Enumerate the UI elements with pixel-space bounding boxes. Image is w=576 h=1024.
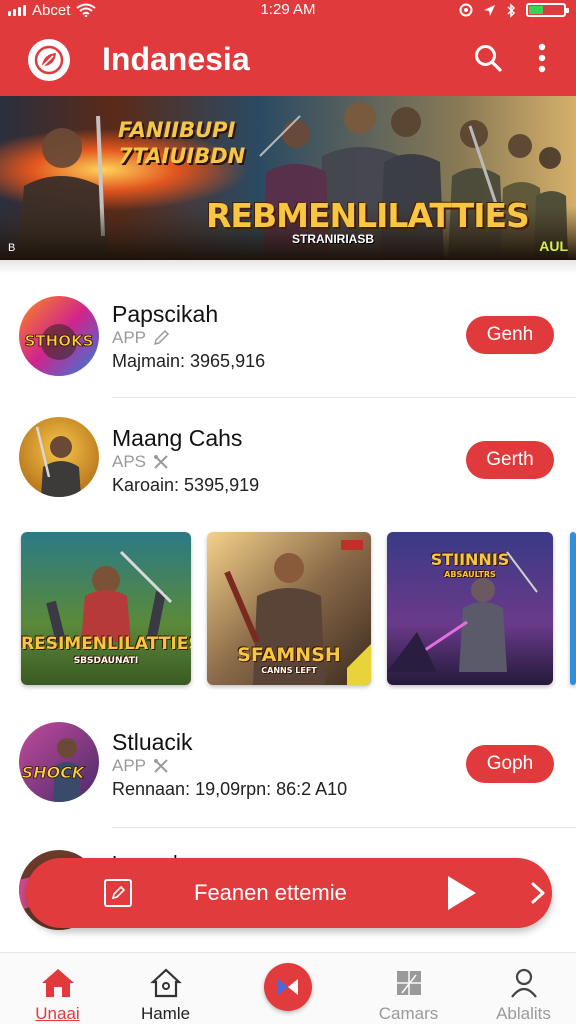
app-icon-text: STHOKS [25,332,94,350]
app-icon [19,417,99,497]
app-title[interactable]: Maang Cahs [112,424,242,452]
app-bar: Indanesia [0,20,576,96]
app-type-label: APP [112,756,147,775]
tools-icon [154,759,168,773]
hero-banner[interactable]: FANIIBUPI 7TAIUIBDN REBMENLILATTIES STRA… [0,96,576,260]
tools-icon [154,455,168,469]
app-type-label: APS [112,452,147,471]
app-meta: Karoain: 5395,919 [112,475,260,495]
box-icon [391,965,427,1001]
nav-item-home[interactable]: Unaai [0,953,115,1024]
nav-item-camars[interactable]: Camars [351,953,466,1024]
get-button[interactable]: Goph [466,745,554,783]
app-title[interactable]: Papscikah [112,300,218,328]
floating-action-banner[interactable]: Feanen ettemie [26,858,552,928]
card-caption: RESIMENLILATTIES [21,634,191,654]
nav-item-ablalits[interactable]: Ablalits [466,953,576,1024]
card-subcaption: CANNS LEFT [261,666,317,675]
battery-fill [529,6,543,14]
center-action-icon[interactable] [264,963,312,1011]
house-outline-icon [148,965,184,1001]
app-type: APS [112,451,170,473]
leaf-badge-icon[interactable] [28,39,70,81]
app-icon: STHOKS [19,296,99,376]
banner-headline: REBMENLILATTIES [206,196,530,235]
status-bar: Abcet 1:29 AM [0,0,576,20]
nav-label: Ablalits [496,1004,551,1023]
app-icon-text: SHOCK [22,763,86,782]
card-caption: STIINNIS [430,550,510,569]
list-item[interactable]: Maang Cahs APS Karoain: 5395,919 Gerth [0,400,576,520]
battery-icon [526,3,569,17]
banner-shadow [0,260,576,274]
list-item[interactable]: SHOCK Stluacik APP Rennaan: 19,09rpn: 86… [0,704,576,824]
app-icon: SHOCK [19,722,99,802]
chevron-right-icon[interactable] [526,878,550,908]
divider [112,827,576,828]
app-title[interactable]: Stluacik [112,728,193,756]
banner-corner-tag-left: B [8,242,16,254]
bottom-nav: Unaai Hamle Camars Ablalits [0,952,576,1024]
carousel-card-peek[interactable] [570,532,576,685]
sync-icon [459,3,473,17]
card-subcaption: ABSAULTRS [444,570,496,579]
app-type: APP [112,755,170,777]
app-meta: Majmain: 3965,916 [112,351,266,371]
card-subcaption: SBSDAUNATI [73,656,139,666]
home-icon [40,965,76,1001]
get-button[interactable]: Genh [466,316,554,354]
banner-subtitle: STRANIRIASB [292,232,375,246]
banner-artwork [0,96,576,260]
carousel-card[interactable]: STIINNIS ABSAULTRS [387,532,553,685]
divider [112,397,576,398]
list-item[interactable]: STHOKS Papscikah APP Majmain: 3965,916 G… [0,276,576,396]
play-icon[interactable] [444,874,480,912]
banner-corner-tag: AUL [539,238,568,254]
carousel-card[interactable]: RESIMENLILATTIES SBSDAUNATI [21,532,191,685]
banner-title-line2: 7TAIUIBDN [118,144,246,168]
edit-square-icon [104,879,132,907]
location-icon [484,4,495,16]
person-icon [506,965,542,1001]
more-vertical-icon[interactable] [528,40,556,76]
nav-item-hamle[interactable]: Hamle [108,953,223,1024]
floating-label: Feanen ettemie [194,880,347,905]
app-meta: Rennaan: 19,09rpn: 86:2 A10 [112,779,348,799]
get-button[interactable]: Gerth [466,441,554,479]
search-icon[interactable] [470,40,506,76]
status-right [459,0,569,20]
nav-label: Camars [378,1004,439,1023]
app-type-label: APP [112,328,147,347]
bluetooth-icon [507,2,516,18]
nav-label: Unaai [35,1004,80,1023]
nav-label: Hamle [140,1004,191,1023]
app-type: APP [112,327,170,349]
pencil-icon [154,329,170,346]
page-title: Indanesia [102,41,250,77]
card-caption: SFAMNSH [237,644,341,666]
banner-title-line1: FANIIBUPI [118,118,236,142]
carousel-card[interactable]: SFAMNSH CANNS LEFT [207,532,371,685]
